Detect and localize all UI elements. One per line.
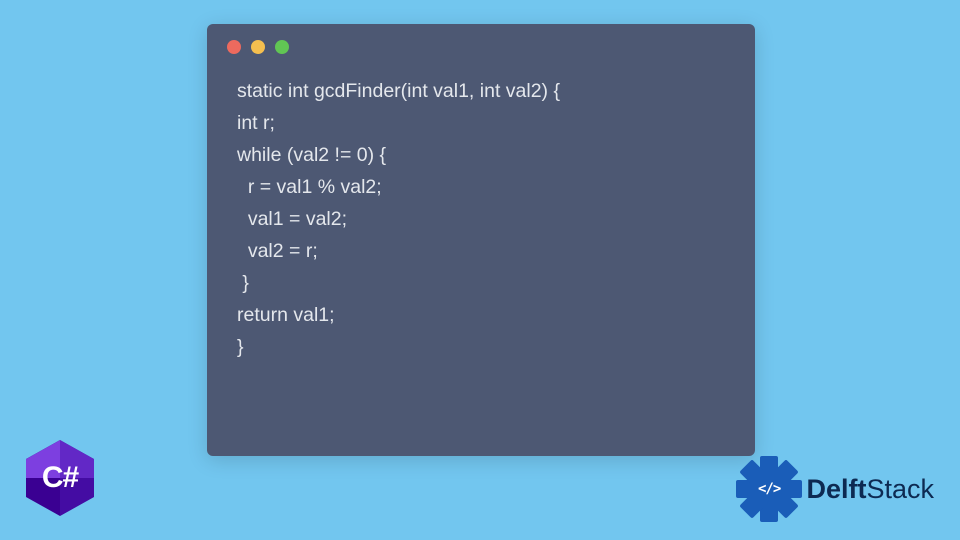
code-window: static int gcdFinder(int val1, int val2)… — [207, 24, 755, 456]
code-line: r = val1 % val2; — [237, 172, 725, 204]
maximize-icon — [275, 40, 289, 54]
hexagon-icon: C# — [26, 440, 94, 516]
window-controls — [207, 24, 755, 62]
code-line: int r; — [237, 108, 725, 140]
brand-name-bold: Delft — [806, 474, 866, 504]
brand-name-rest: Stack — [866, 474, 934, 504]
csharp-label: C# — [42, 461, 78, 495]
minimize-icon — [251, 40, 265, 54]
code-line: } — [237, 332, 725, 364]
code-slash-icon: </> — [758, 481, 780, 497]
csharp-badge: C# — [26, 440, 94, 516]
brand-name: DelftStack — [806, 474, 934, 505]
delftstack-logo: </> DelftStack — [738, 458, 934, 520]
code-line: while (val2 != 0) { — [237, 140, 725, 172]
code-line: val1 = val2; — [237, 204, 725, 236]
code-content: static int gcdFinder(int val1, int val2)… — [207, 62, 755, 378]
code-line: return val1; — [237, 300, 725, 332]
code-line: static int gcdFinder(int val1, int val2)… — [237, 76, 725, 108]
code-line: val2 = r; — [237, 236, 725, 268]
brand-emblem-icon: </> — [738, 458, 800, 520]
code-line: } — [237, 268, 725, 300]
close-icon — [227, 40, 241, 54]
